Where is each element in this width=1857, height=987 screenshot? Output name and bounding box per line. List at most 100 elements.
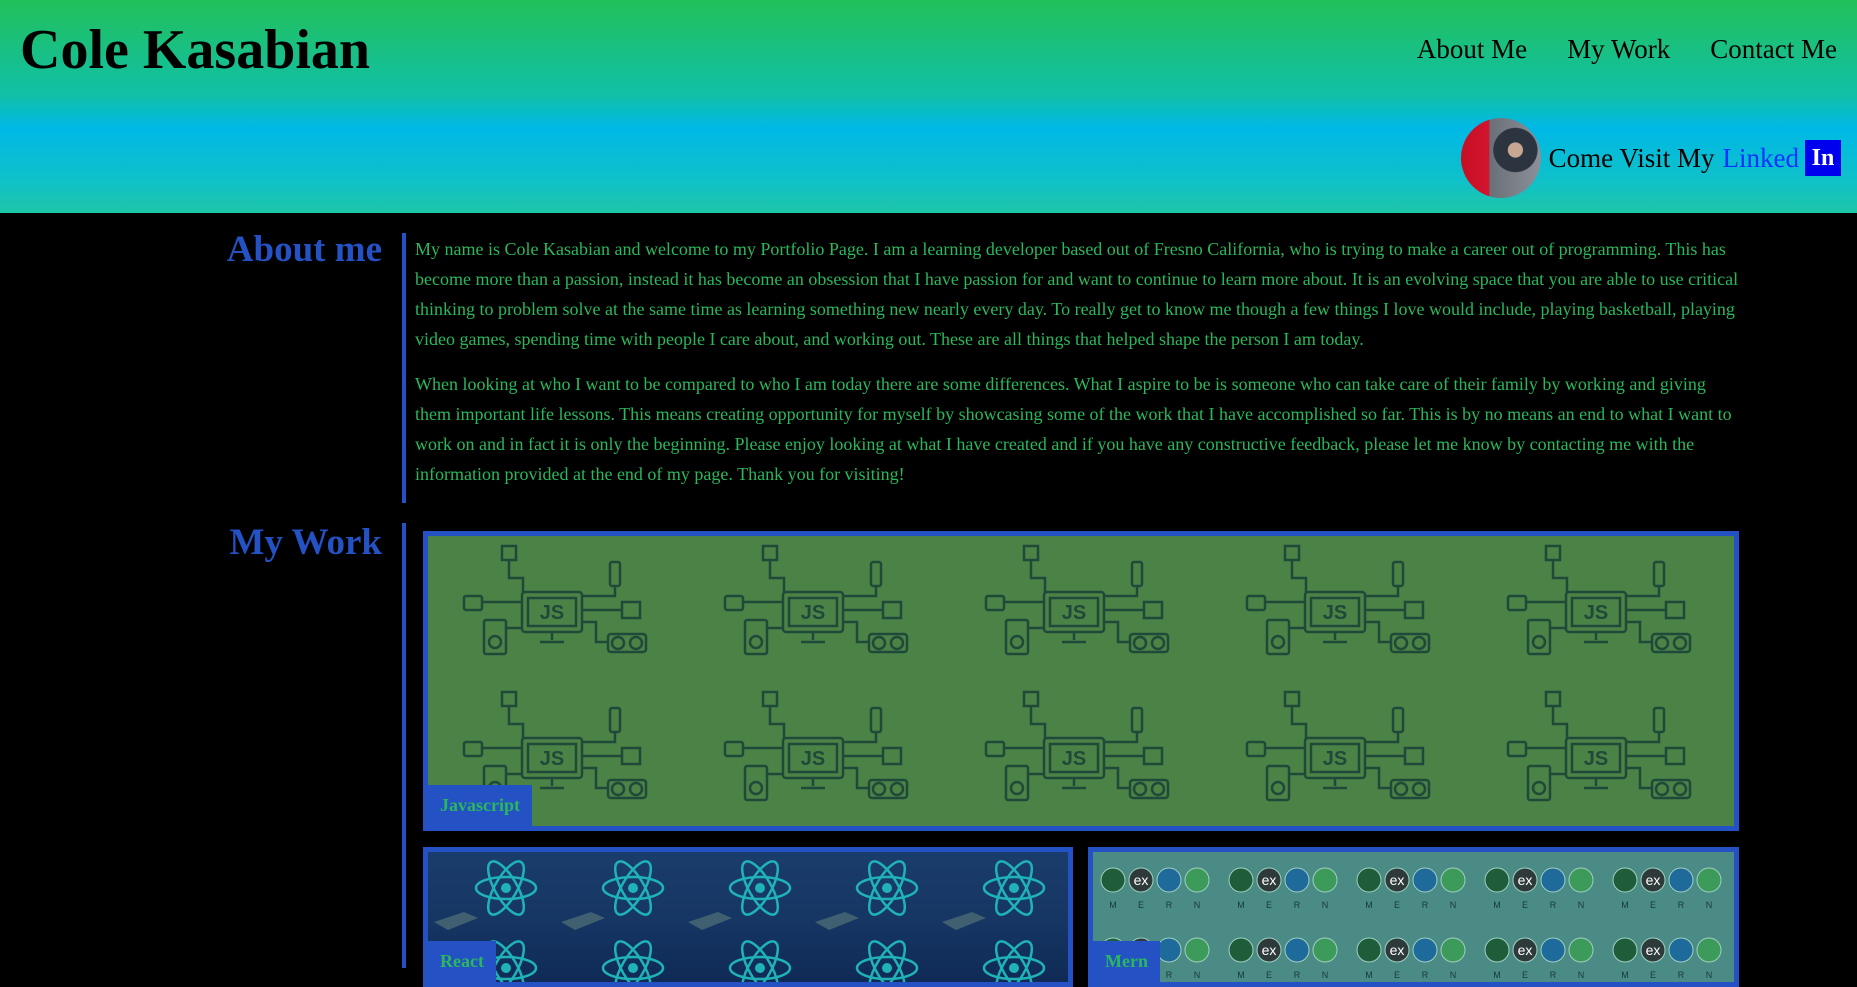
mern-letter: E	[1266, 970, 1272, 980]
express-icon-text: ex	[1390, 942, 1405, 958]
mern-letter: N	[1194, 900, 1201, 910]
react-atom-icon	[942, 860, 1046, 930]
project-card-react[interactable]: React	[423, 847, 1073, 987]
mern-letter: R	[1166, 900, 1173, 910]
about-divider	[402, 233, 406, 503]
mern-letter: M	[1237, 970, 1245, 980]
mern-stack-icon: M E R Nex	[1484, 937, 1594, 980]
linkedin-icon[interactable]: In	[1805, 140, 1841, 176]
react-atom-icon	[855, 940, 919, 982]
react-atom-icon	[688, 860, 792, 930]
react-atom-icon	[434, 860, 538, 930]
js-pattern-text: JS	[540, 602, 564, 624]
express-icon-text: ex	[1518, 872, 1533, 888]
mern-letter: N	[1706, 900, 1713, 910]
mern-letter: N	[1578, 970, 1585, 980]
mern-letter: N	[1578, 900, 1585, 910]
nav-link-about[interactable]: About Me	[1417, 34, 1527, 65]
mern-stack-icon: M E R Nex	[1356, 937, 1466, 980]
javascript-pattern: JS JS JS JS JS JS JS JS JS JS	[460, 542, 1734, 826]
mern-letter: M	[1365, 970, 1373, 980]
js-pattern-text: JS	[801, 602, 825, 624]
site-title: Cole Kasabian	[20, 19, 371, 81]
mern-letter: E	[1650, 900, 1656, 910]
js-pattern-text: JS	[1062, 748, 1086, 770]
js-pattern-text: JS	[1323, 748, 1347, 770]
js-pattern-text: JS	[1584, 602, 1608, 624]
mern-letter: N	[1322, 900, 1329, 910]
work-divider	[402, 523, 406, 968]
mern-letter: E	[1394, 900, 1400, 910]
project-label-mern[interactable]: Mern	[1093, 941, 1160, 982]
mern-stack-icon: M E R Nex	[1612, 867, 1722, 910]
mern-letter: R	[1678, 970, 1685, 980]
express-icon-text: ex	[1134, 872, 1149, 888]
express-icon-text: ex	[1390, 872, 1405, 888]
mern-stack-icon: M E R Nex	[1612, 937, 1722, 980]
nav-link-contact[interactable]: Contact Me	[1710, 34, 1837, 65]
mern-letter: M	[1237, 900, 1245, 910]
mern-letter: N	[1194, 970, 1201, 980]
react-atom-icon	[815, 860, 919, 930]
js-pattern-icon: JS	[723, 544, 909, 656]
project-label-javascript[interactable]: Javascript	[428, 785, 532, 826]
linkedin-word[interactable]: Linked	[1723, 143, 1799, 174]
mern-letter: R	[1294, 970, 1301, 980]
project-card-mern[interactable]: M E R Nex M E R Nex M E R Nex M E R Nex M E R Nex M E R Nex M E R N…	[1088, 847, 1739, 987]
mern-stack-icon: M E R Nex	[1356, 867, 1466, 910]
mern-letter: N	[1450, 970, 1457, 980]
linkedin-link[interactable]: Come Visit My Linked In	[1460, 118, 1841, 198]
about-paragraph: My name is Cole Kasabian and welcome to …	[415, 239, 1739, 349]
mern-stack-icon: M E R Nex	[1100, 867, 1210, 910]
mern-letter: E	[1138, 900, 1144, 910]
react-pattern	[432, 856, 1067, 982]
project-label-react[interactable]: React	[428, 941, 496, 982]
mern-letter: R	[1294, 900, 1301, 910]
mern-letter: N	[1706, 970, 1713, 980]
mern-letter: R	[1422, 900, 1429, 910]
js-pattern-icon: JS	[984, 690, 1170, 802]
avatar	[1460, 118, 1541, 198]
linkedin-prefix: Come Visit My	[1548, 142, 1715, 173]
js-pattern-icon: JS	[1245, 544, 1431, 656]
express-icon-text: ex	[1518, 942, 1533, 958]
js-pattern-text: JS	[540, 748, 564, 770]
js-pattern-icon: JS	[1245, 690, 1431, 802]
mern-letter: E	[1522, 900, 1528, 910]
mern-letter: M	[1365, 900, 1373, 910]
mern-letter: R	[1550, 900, 1557, 910]
js-pattern-icon: JS	[1506, 544, 1692, 656]
js-pattern-icon: JS	[1506, 690, 1692, 802]
mern-letter: R	[1678, 900, 1685, 910]
main-nav: About Me My Work Contact Me	[1417, 34, 1837, 65]
about-paragraph: When looking at who I want to be compare…	[415, 374, 1732, 484]
mern-letter: E	[1394, 970, 1400, 980]
mern-letter: R	[1166, 970, 1173, 980]
mern-stack-icon: M E R Nex	[1228, 937, 1338, 980]
react-atom-icon	[561, 860, 665, 930]
react-atom-icon	[982, 940, 1046, 982]
express-icon-text: ex	[1262, 942, 1277, 958]
express-icon-text: ex	[1646, 942, 1661, 958]
mern-letter: M	[1493, 900, 1501, 910]
mern-letter: M	[1109, 900, 1117, 910]
mern-letter: M	[1621, 900, 1629, 910]
mern-letter: M	[1621, 970, 1629, 980]
about-text: My name is Cole Kasabian and welcome to …	[415, 234, 1743, 504]
mern-letter: E	[1650, 970, 1656, 980]
express-icon-text: ex	[1262, 872, 1277, 888]
nav-link-work[interactable]: My Work	[1567, 34, 1670, 65]
js-pattern-icon: JS	[984, 544, 1170, 656]
work-heading: My Work	[229, 522, 382, 563]
about-heading: About me	[226, 229, 382, 270]
mern-stack-icon: M E R Nex	[1228, 867, 1338, 910]
mern-letter: N	[1450, 900, 1457, 910]
mern-letter: M	[1493, 970, 1501, 980]
js-pattern-text: JS	[1584, 748, 1608, 770]
project-card-javascript[interactable]: JS JS JS JS JS JS JS JS JS JS Javascript	[423, 531, 1739, 831]
mern-letter: R	[1422, 970, 1429, 980]
mern-letter: N	[1322, 970, 1329, 980]
react-atom-icon	[601, 940, 665, 982]
mern-stack-icon: M E R Nex	[1484, 867, 1594, 910]
mern-letter: R	[1550, 970, 1557, 980]
